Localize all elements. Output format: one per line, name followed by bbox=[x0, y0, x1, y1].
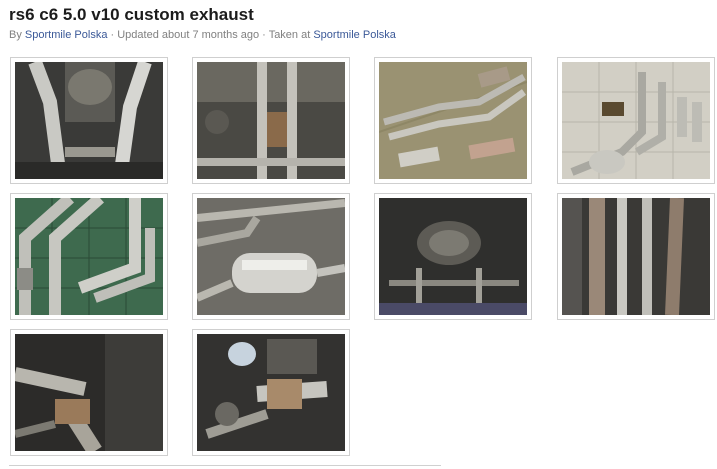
photo-thumb-6[interactable] bbox=[192, 193, 350, 320]
photo-exhaust-underbody-4 bbox=[562, 198, 710, 315]
photo-thumb-3[interactable] bbox=[374, 57, 532, 184]
photo-exhaust-underbody-1 bbox=[15, 62, 163, 179]
photo-thumb-1[interactable] bbox=[10, 57, 168, 184]
photo-exhaust-pipes-1 bbox=[15, 198, 163, 315]
photo-thumb-9[interactable] bbox=[10, 329, 168, 456]
author-link[interactable]: Sportmile Polska bbox=[25, 29, 108, 41]
photo-thumb-4[interactable] bbox=[557, 57, 715, 184]
photo-exhaust-underbody-2 bbox=[197, 62, 345, 179]
album-meta: By Sportmile Polska · Updated about 7 mo… bbox=[9, 28, 396, 42]
photo-exhaust-floor-1 bbox=[379, 62, 527, 179]
photo-thumb-10[interactable] bbox=[192, 329, 350, 456]
photo-exhaust-engine-bay bbox=[197, 334, 345, 451]
photo-exhaust-muffler bbox=[197, 198, 345, 315]
footer-divider bbox=[9, 465, 441, 466]
by-prefix: By bbox=[9, 29, 22, 41]
photo-exhaust-downpipe bbox=[15, 334, 163, 451]
album-title: rs6 c6 5.0 v10 custom exhaust bbox=[9, 5, 254, 24]
photo-exhaust-underbody-3 bbox=[379, 198, 527, 315]
photo-thumb-7[interactable] bbox=[374, 193, 532, 320]
photo-exhaust-floor-2 bbox=[562, 62, 710, 179]
location-link[interactable]: Sportmile Polska bbox=[313, 29, 396, 41]
photo-thumb-2[interactable] bbox=[192, 57, 350, 184]
photo-thumb-8[interactable] bbox=[557, 193, 715, 320]
album-header: rs6 c6 5.0 v10 custom exhaust By Sportmi… bbox=[9, 4, 396, 42]
photo-thumb-5[interactable] bbox=[10, 193, 168, 320]
updated-text: · Updated about 7 months ago · Taken at bbox=[110, 29, 311, 41]
